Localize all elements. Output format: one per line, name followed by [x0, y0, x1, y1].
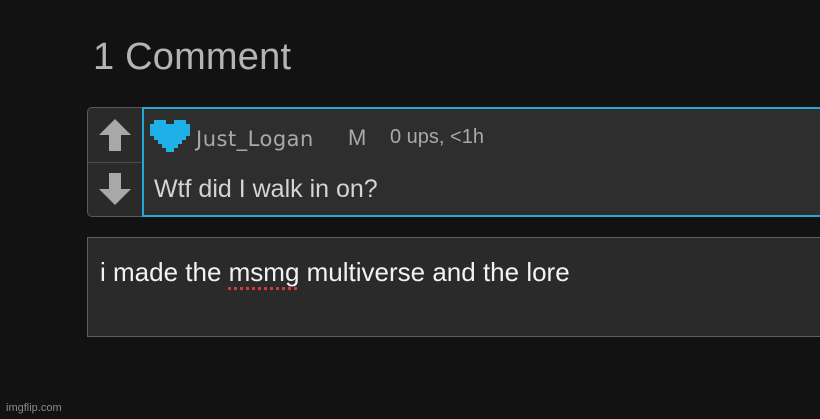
- vote-column: [87, 107, 142, 217]
- down-arrow-icon: [99, 173, 131, 206]
- mod-badge: M: [348, 125, 367, 150]
- upvote-button[interactable]: [88, 108, 142, 162]
- comment-author-link[interactable]: Just_Logan: [196, 127, 314, 151]
- comment-meta: 0 ups, <1h: [390, 126, 484, 148]
- comment: Just_Logan M 0 ups, <1h Wtf did I walk i…: [87, 107, 820, 217]
- reply-textarea[interactable]: i made the msmg multiverse and the lore: [87, 237, 820, 337]
- reply-text-part: i made the: [100, 257, 229, 287]
- watermark: imgflip.com: [6, 402, 62, 414]
- comment-body: Just_Logan M 0 ups, <1h Wtf did I walk i…: [142, 107, 820, 217]
- page: 1 Comment Just_Logan M 0 ups, <1h Wtf di…: [0, 0, 820, 419]
- pixel-heart-icon: [150, 120, 190, 152]
- reply-text-part: multiverse and the lore: [299, 257, 570, 287]
- comment-count-heading: 1 Comment: [93, 36, 292, 78]
- downvote-button[interactable]: [88, 161, 142, 217]
- comment-text: Wtf did I walk in on?: [154, 175, 378, 203]
- misspelled-word: msmg: [228, 257, 300, 287]
- up-arrow-icon: [99, 118, 131, 151]
